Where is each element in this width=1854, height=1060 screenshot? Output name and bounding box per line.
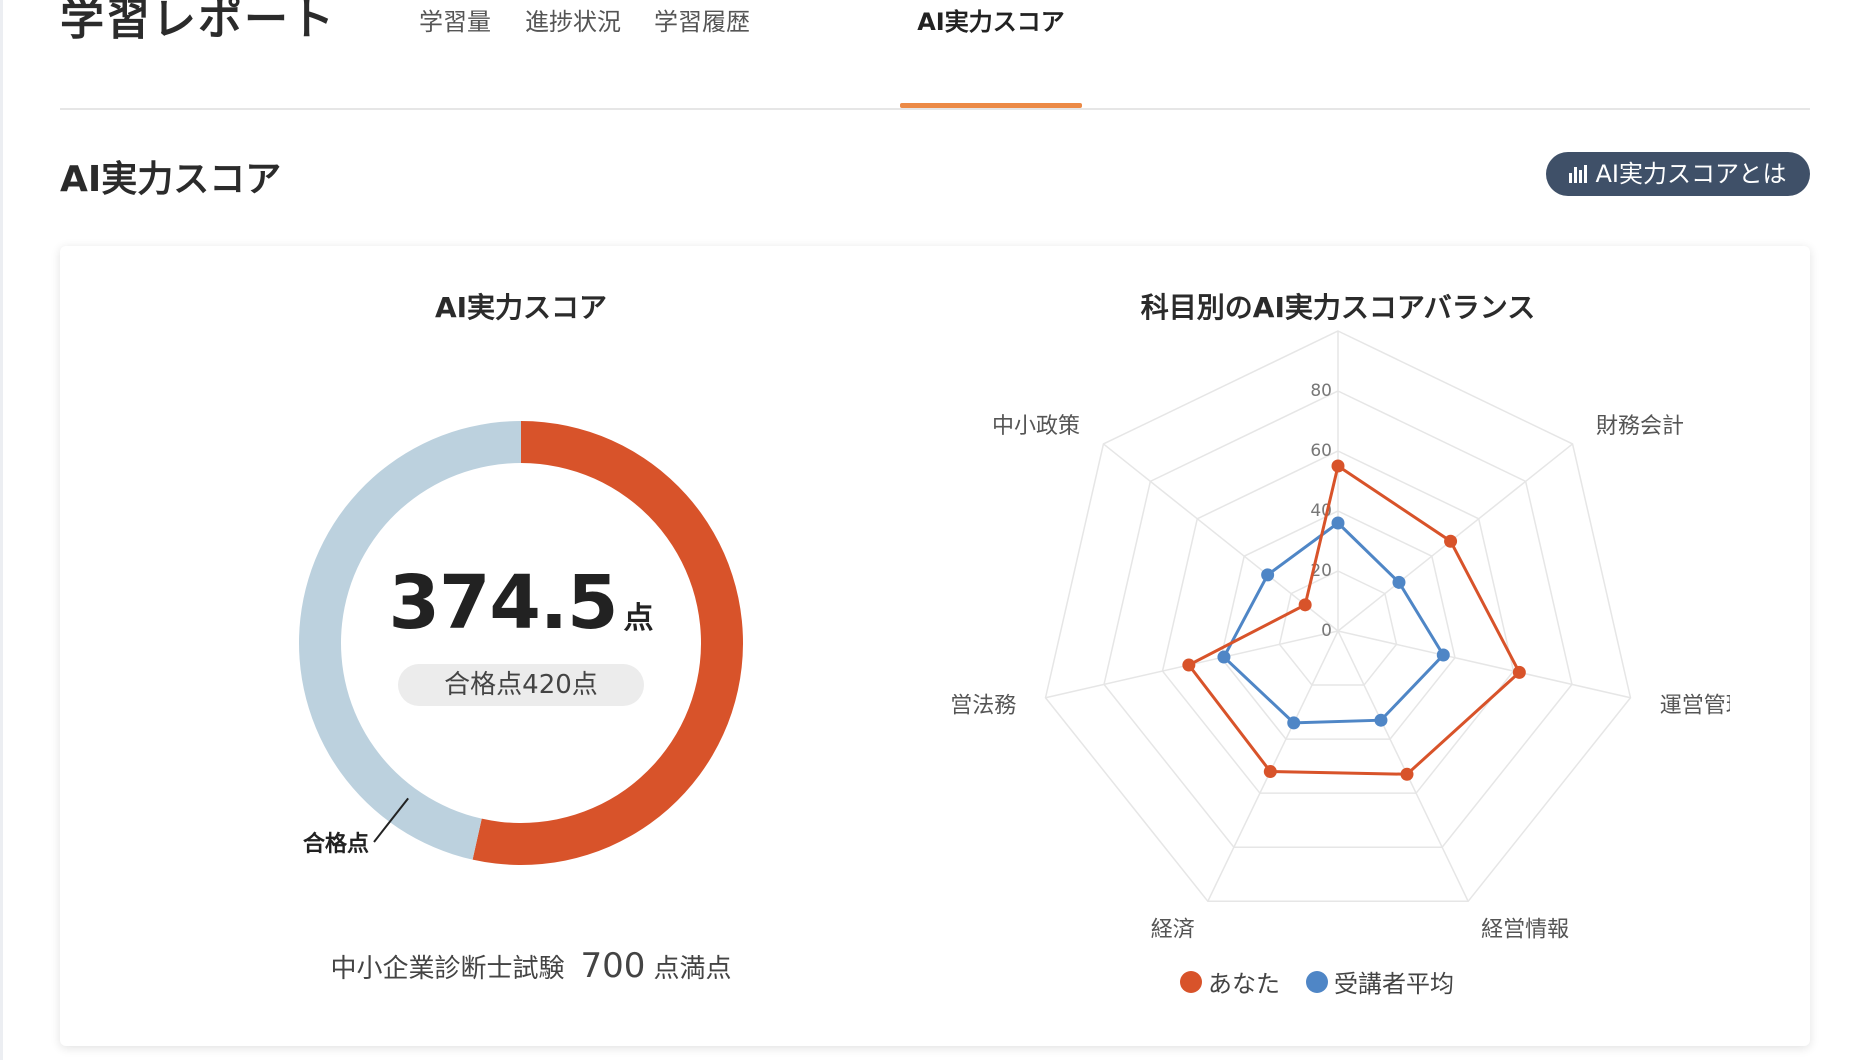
radar-point	[1392, 575, 1406, 589]
bar-chart-icon	[1569, 165, 1588, 183]
radar-category-label: 中小政策	[992, 414, 1080, 439]
radar-category-label: 経営情報	[1481, 917, 1569, 942]
pass-score-badge: 合格点420点	[398, 664, 644, 706]
legend-dot	[1180, 970, 1202, 993]
tab-progress[interactable]: 進捗状況	[518, 0, 628, 112]
score-unit: 点	[623, 601, 654, 636]
score-panel-title: AI実力スコア	[434, 291, 608, 324]
left-border	[0, 0, 3, 1060]
legend-dot	[1306, 970, 1328, 993]
radar-point	[1400, 767, 1414, 781]
radar-spoke	[1337, 630, 1631, 699]
radar-point	[1217, 650, 1231, 664]
radar-tick-label: 0	[1321, 621, 1332, 641]
tab-study-volume[interactable]: 学習量	[410, 0, 500, 112]
radar-category-label: 経済	[1151, 917, 1195, 942]
radar-point	[1263, 765, 1277, 779]
radar-tick-label: 80	[1310, 381, 1332, 401]
about-ai-score-label: AI実力スコアとは	[1595, 160, 1787, 188]
tab-label: AI実力スコア	[917, 8, 1065, 36]
radar-point	[1331, 516, 1345, 530]
radar-point	[1374, 713, 1388, 727]
subject-radar-chart: 020406080企業経営財務会計運営管理経営情報経済経営法務中小政策	[950, 330, 1730, 942]
legend-item-you: あなた	[1180, 964, 1280, 999]
radar-category-label: 財務会計	[1596, 414, 1684, 439]
radar-point	[1444, 534, 1458, 548]
score-center: 374.5 点 合格点420点	[296, 418, 746, 868]
section-title: AI実力スコア	[60, 159, 282, 200]
exam-name: 中小企業診断士試験	[330, 954, 565, 984]
tab-ai-score[interactable]: AI実力スコア	[900, 0, 1082, 112]
legend-label: あなた	[1208, 970, 1280, 998]
legend-label: 受講者平均	[1334, 970, 1454, 998]
radar-category-label: 経営法務	[950, 693, 1016, 718]
radar-point	[1261, 568, 1275, 582]
tab-history[interactable]: 学習履歴	[646, 0, 758, 112]
radar-category-label: 運営管理	[1660, 693, 1730, 718]
report-header: 学習レポート 学習量 進捗状況 学習履歴 AI実力スコア	[60, 0, 1810, 112]
legend-item-average: 受講者平均	[1306, 964, 1454, 999]
radar-point	[1287, 716, 1301, 730]
radar-legend: あなた 受講者平均	[1180, 964, 1454, 999]
radar-tick-label: 60	[1310, 441, 1332, 461]
score-line: 374.5 点	[388, 560, 653, 646]
exam-max-suffix: 点満点	[653, 954, 732, 984]
score-value: 374.5	[388, 560, 618, 646]
radar-series-line	[1222, 521, 1446, 725]
radar-point	[1436, 648, 1450, 662]
score-donut: 374.5 点 合格点420点	[296, 418, 746, 868]
radar-point	[1182, 658, 1196, 672]
radar-spoke	[1337, 630, 1469, 902]
radar-series-line	[1186, 463, 1522, 776]
pass-mark-label: 合格点	[303, 832, 370, 857]
tab-label: 学習量	[419, 8, 491, 36]
radar-point	[1512, 665, 1526, 679]
tab-label: 進捗状況	[525, 8, 621, 36]
exam-max-score: 700	[580, 946, 646, 986]
about-ai-score-button[interactable]: AI実力スコアとは	[1546, 152, 1810, 196]
radar-point	[1298, 598, 1312, 612]
tab-label: 学習履歴	[654, 8, 750, 36]
header-divider	[60, 108, 1810, 110]
radar-point	[1331, 459, 1345, 473]
page-title: 学習レポート	[60, 0, 336, 45]
exam-info: 中小企業診断士試験 700 点満点	[306, 946, 756, 986]
score-card: AI実力スコア 374.5 点 合格点420点 合格点 中小企業診断士試験 700…	[60, 246, 1810, 1046]
